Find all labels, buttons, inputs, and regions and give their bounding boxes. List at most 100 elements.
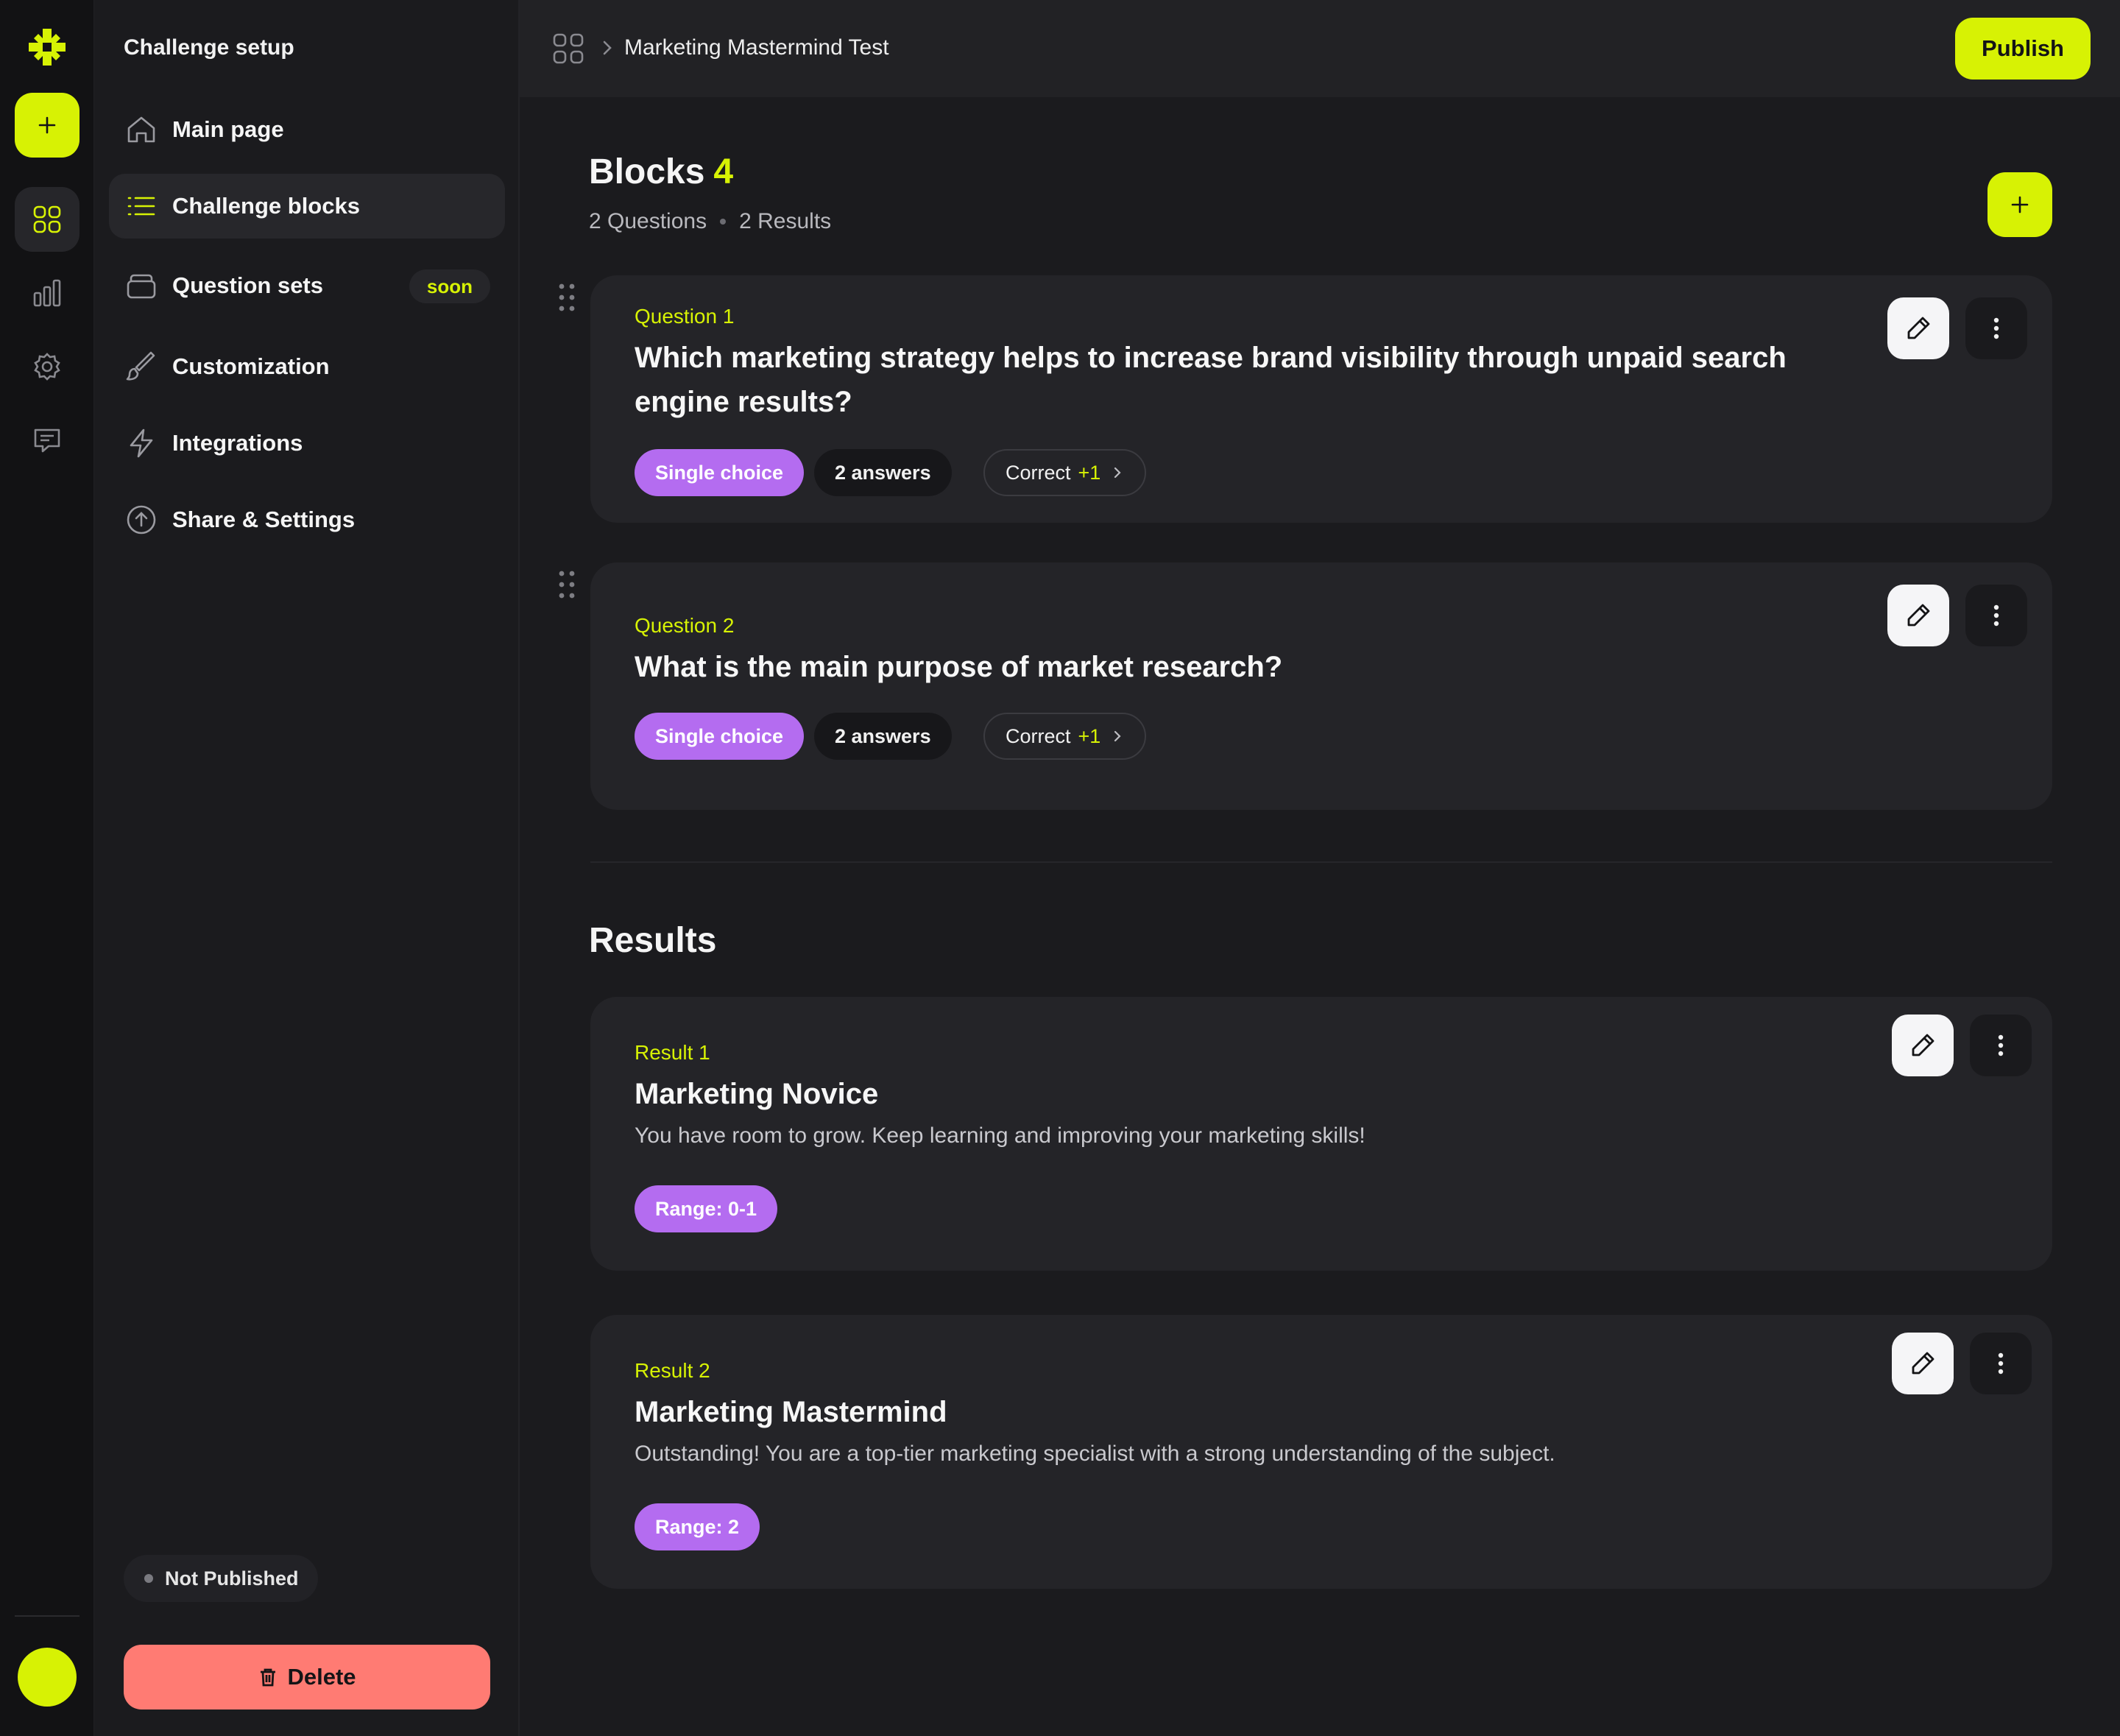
- add-block-button[interactable]: [1988, 172, 2052, 237]
- chevron-right-icon: [1114, 730, 1121, 742]
- sidebar-item-challenge-blocks[interactable]: Challenge blocks: [109, 174, 505, 239]
- range-badge: Range: 0-1: [635, 1185, 778, 1232]
- answers-count-badge: 2 answers: [814, 713, 952, 760]
- question-text: What is the main purpose of market resea…: [635, 651, 1283, 683]
- sidebar-item-label: Challenge blocks: [172, 193, 360, 219]
- plus-icon: [2011, 196, 2029, 214]
- result-kicker: Result 2: [635, 1359, 710, 1382]
- grid-icon[interactable]: [552, 32, 584, 65]
- breadcrumb[interactable]: Marketing Mastermind Test: [624, 35, 889, 60]
- drag-handle-icon[interactable]: [558, 570, 576, 599]
- sidebar-item-question-sets[interactable]: Question sets soon: [109, 253, 505, 318]
- blocks-heading-text: Blocks: [589, 152, 705, 191]
- question-kicker: Question 1: [635, 305, 735, 328]
- sidebar-title: Challenge setup: [124, 35, 294, 60]
- pencil-icon: [1907, 604, 1930, 627]
- brush-icon: [125, 350, 158, 383]
- rail-feedback-button[interactable]: [15, 408, 80, 473]
- drag-handle-icon[interactable]: [558, 283, 576, 312]
- upload-circle-icon: [125, 504, 158, 536]
- result-card[interactable]: Result 2 Marketing Mastermind Outstandin…: [590, 1315, 2052, 1589]
- setup-sidebar: Challenge setup Main page Challenge bloc…: [94, 0, 520, 1736]
- questions-count: 2 Questions: [589, 209, 707, 233]
- grid-icon: [33, 205, 61, 233]
- blocks-heading: Blocks 4: [589, 152, 733, 192]
- chevron-right-icon: [1114, 467, 1121, 479]
- more-vertical-icon: [1993, 317, 1999, 339]
- section-divider: [590, 861, 2052, 863]
- more-vertical-icon: [1993, 604, 1999, 627]
- app-logo-icon: [29, 29, 66, 66]
- sidebar-item-integrations[interactable]: Integrations: [109, 411, 505, 476]
- top-bar: Marketing Mastermind Test Publish: [520, 0, 2120, 97]
- separator-dot: [720, 219, 727, 225]
- chat-icon: [34, 428, 60, 453]
- sidebar-item-label: Share & Settings: [172, 507, 356, 532]
- chart-icon: [33, 279, 61, 307]
- more-vertical-icon: [1998, 1352, 2004, 1375]
- sidebar-item-label: Question sets: [172, 272, 323, 298]
- pencil-icon: [1912, 1034, 1935, 1056]
- result-description: Outstanding! You are a top-tier marketin…: [635, 1442, 1555, 1466]
- question-card[interactable]: Question 1 Which marketing strategy help…: [590, 275, 2052, 523]
- correct-label: Correct: [1006, 461, 1071, 484]
- soon-badge: soon: [409, 269, 490, 303]
- main-content: Blocks 4 2 Questions 2 Results Question 1…: [520, 97, 2120, 1736]
- blocks-summary: 2 Questions 2 Results: [589, 209, 831, 234]
- question-text: Which marketing strategy helps to increa…: [635, 342, 1787, 418]
- more-options-button[interactable]: [1970, 1015, 2032, 1076]
- plus-icon: [38, 116, 56, 134]
- app-rail: [0, 0, 94, 1736]
- range-badge: Range: 2: [635, 1503, 760, 1550]
- sidebar-item-customization[interactable]: Customization: [109, 334, 505, 399]
- results-heading: Results: [589, 921, 717, 960]
- user-avatar[interactable]: [18, 1648, 77, 1707]
- sidebar-item-label: Main page: [172, 116, 284, 142]
- more-options-button[interactable]: [1970, 1333, 2032, 1394]
- rail-divider: [15, 1615, 80, 1617]
- rail-analytics-button[interactable]: [15, 261, 80, 325]
- correct-value: +1: [1078, 461, 1101, 484]
- status-dot: [144, 1574, 153, 1583]
- bolt-icon: [125, 427, 158, 459]
- blocks-count: 4: [713, 152, 734, 191]
- create-new-button[interactable]: [15, 93, 80, 158]
- result-card[interactable]: Result 1 Marketing Novice You have room …: [590, 997, 2052, 1271]
- correct-label: Correct: [1006, 724, 1071, 747]
- question-type-badge: Single choice: [635, 449, 805, 496]
- correct-score-chip[interactable]: Correct +1: [983, 449, 1147, 496]
- edit-button[interactable]: [1887, 585, 1949, 646]
- pencil-icon: [1912, 1352, 1935, 1375]
- gear-icon: [34, 353, 60, 381]
- sidebar-item-share-settings[interactable]: Share & Settings: [109, 487, 505, 552]
- rail-dashboard-button[interactable]: [15, 187, 80, 252]
- more-vertical-icon: [1998, 1034, 2004, 1056]
- chevron-right-icon: [603, 40, 612, 55]
- correct-value: +1: [1078, 724, 1101, 747]
- more-options-button[interactable]: [1965, 585, 2027, 646]
- status-text: Not Published: [165, 1567, 299, 1589]
- rail-settings-button[interactable]: [15, 334, 80, 399]
- results-count: 2 Results: [739, 209, 832, 233]
- trash-icon: [261, 1668, 276, 1687]
- delete-button[interactable]: Delete: [124, 1645, 490, 1709]
- edit-button[interactable]: [1887, 297, 1949, 359]
- publish-button[interactable]: Publish: [1955, 18, 2091, 80]
- sidebar-item-main-page[interactable]: Main page: [109, 97, 505, 162]
- publish-status-badge: Not Published: [124, 1555, 318, 1602]
- edit-button[interactable]: [1892, 1015, 1954, 1076]
- sidebar-item-label: Customization: [172, 353, 330, 379]
- result-title: Marketing Mastermind: [635, 1396, 947, 1428]
- more-options-button[interactable]: [1965, 297, 2027, 359]
- question-kicker: Question 2: [635, 614, 735, 637]
- result-title: Marketing Novice: [635, 1078, 879, 1110]
- delete-label: Delete: [287, 1664, 356, 1690]
- answers-count-badge: 2 answers: [814, 449, 952, 496]
- question-type-badge: Single choice: [635, 713, 805, 760]
- edit-button[interactable]: [1892, 1333, 1954, 1394]
- pencil-icon: [1907, 317, 1930, 339]
- stack-icon: [125, 269, 158, 302]
- correct-score-chip[interactable]: Correct +1: [983, 713, 1147, 760]
- result-description: You have room to grow. Keep learning and…: [635, 1123, 1365, 1148]
- question-card[interactable]: Question 2 What is the main purpose of m…: [590, 562, 2052, 810]
